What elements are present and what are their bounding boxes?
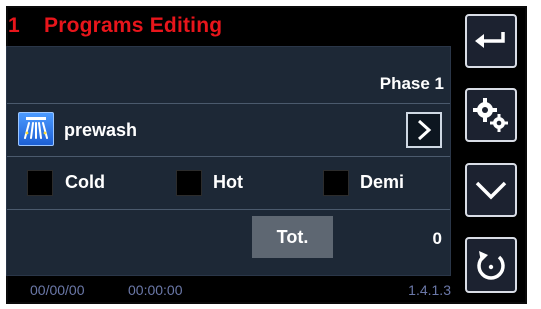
page-title-text: Programs Editing <box>44 14 223 37</box>
totals-row: Tot. 0 <box>7 210 450 266</box>
firmware-version: 1.4.1.3 <box>408 282 451 298</box>
tot-button[interactable]: Tot. <box>252 216 333 258</box>
settings-button[interactable] <box>465 88 517 142</box>
cold-label: Cold <box>65 172 105 192</box>
page-number: 1 <box>8 14 20 37</box>
status-date: 00/00/00 <box>30 282 85 298</box>
phase-label: Phase 1 <box>379 74 444 93</box>
gears-icon <box>473 98 508 132</box>
next-program-button[interactable] <box>406 112 442 148</box>
prewash-icon[interactable] <box>18 112 54 146</box>
program-label: prewash <box>64 120 138 140</box>
demi-label: Demi <box>360 172 405 192</box>
water-options-row: Cold Hot Demi <box>7 157 450 210</box>
phase-row: Phase 1 <box>7 57 450 104</box>
tot-value: 0 <box>432 229 442 248</box>
page-title: 1 Programs Editing <box>8 14 448 44</box>
shower-glyph <box>24 117 48 139</box>
scroll-down-button[interactable] <box>465 163 517 217</box>
status-bar: 00/00/00 00:00:00 1.4.1.3 <box>6 280 451 300</box>
back-button[interactable] <box>465 14 517 68</box>
hot-checkbox[interactable] <box>176 170 202 196</box>
hot-label: Hot <box>213 172 243 192</box>
program-editor-panel: Phase 1 prewash Cold Hot Demi Tot. 0 <box>6 46 451 276</box>
status-time: 00:00:00 <box>128 282 183 298</box>
refresh-icon <box>477 251 505 280</box>
demi-checkbox[interactable] <box>323 170 349 196</box>
chevron-right-icon <box>417 119 432 141</box>
cold-checkbox[interactable] <box>27 170 53 196</box>
program-row: prewash <box>7 104 450 157</box>
refresh-button[interactable] <box>465 237 517 293</box>
back-arrow-icon <box>475 32 505 48</box>
chevron-down-icon <box>475 181 507 200</box>
